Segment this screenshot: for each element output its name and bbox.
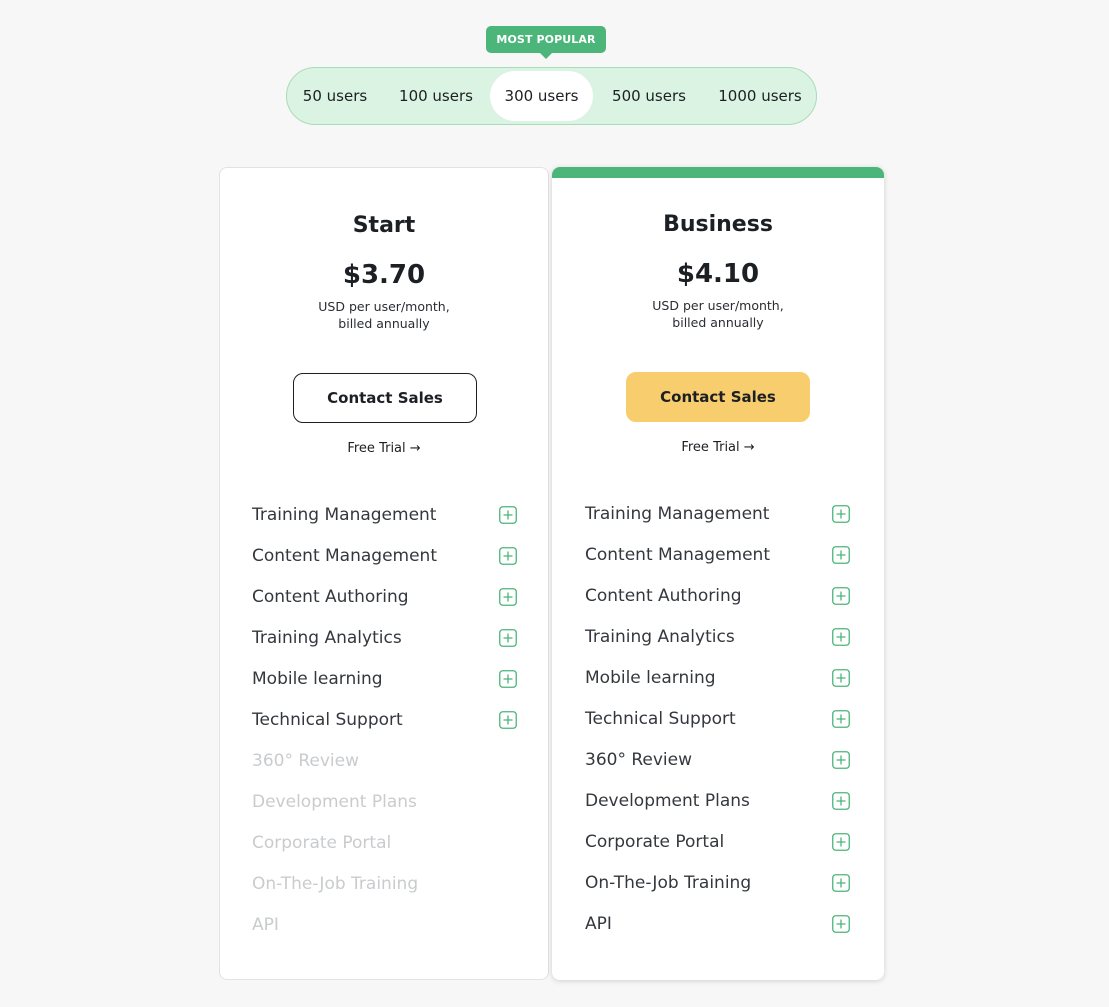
feature-label: Training Analytics bbox=[252, 628, 402, 648]
feature-label: Corporate Portal bbox=[252, 833, 392, 853]
feature-label: API bbox=[585, 914, 612, 934]
feature-item[interactable]: Development Plans bbox=[585, 788, 851, 829]
plus-square-icon[interactable] bbox=[499, 547, 517, 565]
highlight-bar bbox=[552, 167, 884, 178]
feature-item[interactable]: Training Management bbox=[585, 501, 851, 542]
plus-square-icon[interactable] bbox=[832, 546, 850, 564]
feature-item[interactable]: API bbox=[585, 911, 851, 952]
plus-square-icon[interactable] bbox=[499, 711, 517, 729]
most-popular-badge: MOST POPULAR bbox=[486, 26, 606, 59]
plan-card-business: Business $4.10 USD per user/month, bille… bbox=[552, 167, 884, 980]
feature-item[interactable]: Content Management bbox=[585, 542, 851, 583]
plus-square-icon[interactable] bbox=[832, 587, 850, 605]
feature-label: Training Management bbox=[252, 505, 437, 525]
plan-price: $4.10 bbox=[676, 259, 760, 289]
feature-label: Development Plans bbox=[252, 792, 417, 812]
feature-label: Mobile learning bbox=[252, 669, 383, 689]
plus-square-icon[interactable] bbox=[499, 506, 517, 524]
plan-name: Start bbox=[352, 213, 416, 238]
feature-label: Content Authoring bbox=[252, 587, 409, 607]
contact-sales-button[interactable]: Contact Sales bbox=[626, 372, 810, 422]
user-count-selector: 50 users 100 users 300 users 500 users 1… bbox=[286, 67, 817, 125]
user-option-100[interactable]: 100 users bbox=[397, 68, 475, 124]
feature-item: Development Plans bbox=[252, 789, 518, 830]
feature-item[interactable]: Training Analytics bbox=[252, 625, 518, 666]
feature-list: Training Management Content Management Con… bbox=[252, 502, 518, 953]
plus-square-icon[interactable] bbox=[832, 751, 850, 769]
plus-square-icon[interactable] bbox=[832, 505, 850, 523]
price-note-line-2: billed annually bbox=[672, 315, 764, 330]
feature-label: Content Management bbox=[252, 546, 437, 566]
plus-square-icon[interactable] bbox=[832, 915, 850, 933]
feature-item[interactable]: On-The-Job Training bbox=[585, 870, 851, 911]
feature-item[interactable]: Mobile learning bbox=[252, 666, 518, 707]
feature-item[interactable]: Technical Support bbox=[585, 706, 851, 747]
price-note-line-1: USD per user/month, bbox=[652, 298, 784, 313]
price-note-line-1: USD per user/month, bbox=[318, 299, 450, 314]
price-note: USD per user/month, billed annually bbox=[220, 298, 548, 332]
user-option-500[interactable]: 500 users bbox=[609, 68, 689, 124]
feature-label: On-The-Job Training bbox=[252, 874, 419, 894]
plan-card-start: Start $3.70 USD per user/month, billed a… bbox=[219, 167, 549, 980]
feature-item[interactable]: Mobile learning bbox=[585, 665, 851, 706]
plan-price: $3.70 bbox=[342, 260, 426, 290]
plus-square-icon[interactable] bbox=[832, 874, 850, 892]
plus-square-icon[interactable] bbox=[832, 792, 850, 810]
feature-label: API bbox=[252, 915, 279, 935]
feature-item: API bbox=[252, 912, 518, 953]
feature-label: Training Analytics bbox=[585, 627, 735, 647]
feature-list: Training Management Content Management Con… bbox=[585, 501, 851, 952]
feature-label: Training Management bbox=[585, 504, 770, 524]
feature-label: Development Plans bbox=[585, 791, 750, 811]
plan-name: Business bbox=[663, 212, 773, 237]
feature-item: Corporate Portal bbox=[252, 830, 518, 871]
user-count-selector-group: MOST POPULAR 50 users 100 users 300 user… bbox=[286, 26, 817, 125]
feature-item[interactable]: Training Management bbox=[252, 502, 518, 543]
feature-label: Technical Support bbox=[585, 709, 736, 729]
feature-item[interactable]: Technical Support bbox=[252, 707, 518, 748]
feature-item[interactable]: Training Analytics bbox=[585, 624, 851, 665]
user-option-300[interactable]: 300 users bbox=[490, 71, 593, 121]
user-option-1000[interactable]: 1000 users bbox=[715, 68, 805, 124]
feature-item: On-The-Job Training bbox=[252, 871, 518, 912]
badge-pointer bbox=[539, 52, 553, 59]
plus-square-icon[interactable] bbox=[499, 670, 517, 688]
feature-item[interactable]: Corporate Portal bbox=[585, 829, 851, 870]
feature-label: 360° Review bbox=[252, 751, 360, 771]
user-option-50[interactable]: 50 users bbox=[299, 68, 371, 124]
plus-square-icon[interactable] bbox=[832, 710, 850, 728]
feature-item[interactable]: Content Management bbox=[252, 543, 518, 584]
feature-label: Technical Support bbox=[252, 710, 403, 730]
contact-sales-button[interactable]: Contact Sales bbox=[293, 373, 477, 423]
plus-square-icon[interactable] bbox=[499, 629, 517, 647]
feature-label: 360° Review bbox=[585, 750, 693, 770]
feature-label: Content Authoring bbox=[585, 586, 742, 606]
most-popular-badge-label: MOST POPULAR bbox=[496, 33, 596, 46]
plus-square-icon[interactable] bbox=[832, 628, 850, 646]
feature-item[interactable]: Content Authoring bbox=[585, 583, 851, 624]
feature-label: Content Management bbox=[585, 545, 770, 565]
free-trial-link[interactable]: Free Trial → bbox=[552, 440, 884, 455]
feature-item: 360° Review bbox=[252, 748, 518, 789]
price-note: USD per user/month, billed annually bbox=[552, 297, 884, 331]
plus-square-icon[interactable] bbox=[832, 833, 850, 851]
feature-label: Mobile learning bbox=[585, 668, 716, 688]
free-trial-link[interactable]: Free Trial → bbox=[220, 441, 548, 456]
feature-item[interactable]: Content Authoring bbox=[252, 584, 518, 625]
feature-label: Corporate Portal bbox=[585, 832, 725, 852]
feature-item[interactable]: 360° Review bbox=[585, 747, 851, 788]
feature-label: On-The-Job Training bbox=[585, 873, 752, 893]
plus-square-icon[interactable] bbox=[499, 588, 517, 606]
price-note-line-2: billed annually bbox=[338, 316, 430, 331]
plus-square-icon[interactable] bbox=[832, 669, 850, 687]
